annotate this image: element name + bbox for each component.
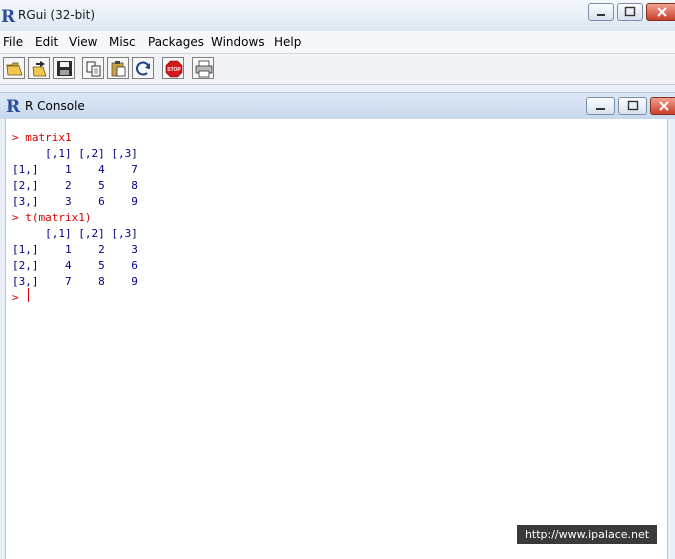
watermark: http://www.ipalace.net [517, 525, 657, 544]
console-output-line: [3,] 7 8 9 [12, 275, 138, 288]
copy-icon [86, 61, 101, 77]
console-title: R Console [25, 99, 85, 113]
menu-help[interactable]: Help [274, 35, 301, 49]
maximize-icon [624, 6, 636, 17]
r-logo-icon: R [6, 97, 21, 115]
console-output-area[interactable]: > matrix1 [,1] [,2] [,3] [1,] 1 4 7 [2,]… [5, 119, 668, 559]
console-output-line: [2,] 4 5 6 [12, 259, 138, 272]
refresh-icon [136, 61, 150, 76]
maximize-button[interactable] [617, 3, 643, 21]
console-command-line: > t(matrix1) [12, 211, 92, 224]
console-titlebar: R R Console [0, 92, 675, 119]
svg-text:R: R [1, 7, 16, 25]
copy-paste-button[interactable] [132, 57, 154, 79]
save-workspace-button[interactable] [53, 57, 75, 79]
text-cursor [28, 288, 29, 302]
console-output-line: [1,] 1 4 7 [12, 163, 138, 176]
menu-packages[interactable]: Packages [148, 35, 204, 49]
menu-file[interactable]: File [3, 35, 23, 49]
close-icon [657, 7, 667, 17]
console-output-line: [,1] [,2] [,3] [12, 227, 138, 240]
paste-icon [111, 61, 126, 77]
menu-view[interactable]: View [69, 35, 97, 49]
r-logo-icon: R [1, 7, 16, 25]
close-icon [659, 101, 669, 111]
open-folder-icon [6, 62, 23, 76]
close-button[interactable] [646, 3, 675, 21]
console-output-line: [,1] [,2] [,3] [12, 147, 138, 160]
minimize-icon [597, 14, 605, 16]
load-workspace-button[interactable] [28, 57, 50, 79]
copy-button[interactable] [82, 57, 104, 79]
menu-edit[interactable]: Edit [35, 35, 58, 49]
load-workspace-icon [32, 61, 47, 77]
app-title: RGui (32-bit) [18, 8, 96, 22]
menu-bar: File Edit View Misc Packages Windows Hel… [0, 31, 675, 54]
printer-icon [195, 60, 213, 78]
toolbar: STOP [0, 54, 675, 85]
console-output-line: [2,] 2 5 8 [12, 179, 138, 192]
minimize-button[interactable] [588, 3, 614, 21]
paste-button[interactable] [107, 57, 129, 79]
stop-sign-icon: STOP [165, 60, 183, 78]
minimize-icon [596, 108, 605, 110]
stop-button[interactable]: STOP [162, 57, 184, 79]
console-prompt[interactable]: > [12, 290, 25, 306]
console-maximize-button[interactable] [618, 97, 647, 115]
floppy-disk-icon [57, 61, 72, 76]
open-script-button[interactable] [3, 57, 25, 79]
menu-misc[interactable]: Misc [109, 35, 136, 49]
svg-text:R: R [6, 97, 21, 115]
maximize-icon [627, 100, 639, 111]
console-minimize-button[interactable] [586, 97, 615, 115]
console-command-line: > matrix1 [12, 131, 72, 144]
svg-text:STOP: STOP [167, 67, 181, 73]
console-close-button[interactable] [650, 97, 675, 115]
app-titlebar: R RGui (32-bit) [0, 0, 675, 32]
console-output-line: [1,] 1 2 3 [12, 243, 138, 256]
menu-windows[interactable]: Windows [211, 35, 265, 49]
print-button[interactable] [192, 57, 214, 79]
console-output-line: [3,] 3 6 9 [12, 195, 138, 208]
